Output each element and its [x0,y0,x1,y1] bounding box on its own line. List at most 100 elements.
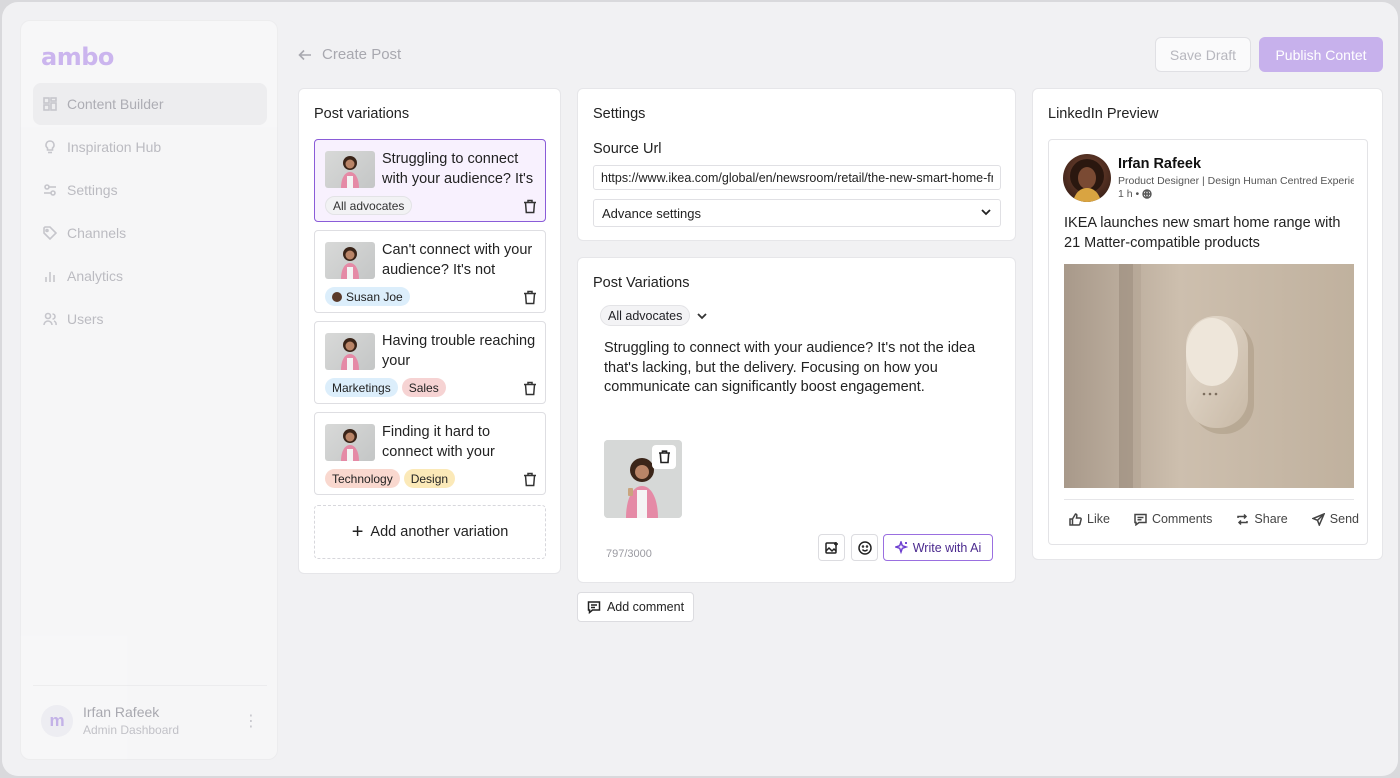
sidebar-item-content-builder[interactable]: Content Builder [33,83,267,125]
audience-selector[interactable]: All advocates [600,305,691,326]
add-variation-button[interactable]: + Add another variation [314,505,546,559]
grid-icon [43,97,57,111]
add-image-button[interactable] [818,534,845,561]
trash-icon[interactable] [523,381,537,396]
app-window: ambo Content Builder Inspiration Hub Set… [2,2,1398,776]
sidebar-item-users[interactable]: Users [33,298,267,340]
comment-icon [1134,513,1147,526]
panel-title: Post variations [314,106,410,122]
author-headline: Product Designer | Design Human Centred … [1118,175,1354,187]
user-avatar-dot [332,291,342,302]
author-name: Irfan Rafeek [1118,156,1202,172]
tag-label: Susan Joe [346,289,403,304]
comment-icon [587,601,601,614]
app-logo: ambo [41,43,114,71]
back-link[interactable]: Create Post [298,46,401,63]
post-text: IKEA launches new smart home range with … [1064,215,1341,251]
linkedin-preview-panel: LinkedIn Preview Irfan Rafeek Product De… [1032,88,1383,560]
like-button[interactable]: Like [1069,512,1110,526]
post-body-text[interactable]: Struggling to connect with your audience… [604,339,994,398]
bar-chart-icon [43,269,57,283]
sparkle-icon [894,541,908,554]
character-counter: 797/3000 [606,548,652,560]
source-url-label: Source Url [593,141,662,157]
user-role: Admin Dashboard [83,723,180,737]
repost-icon [1237,513,1249,525]
add-variation-label: Add another variation [370,524,509,540]
avatar: m [41,704,73,737]
send-button[interactable]: Send [1311,512,1359,526]
sidebar-item-label: Content Builder [67,96,164,112]
share-button[interactable]: Share [1236,512,1288,526]
chevron-down-icon[interactable] [696,310,708,325]
more-options-icon[interactable]: ⋮ [243,711,259,731]
image-add-icon [824,541,838,554]
variation-item[interactable]: Struggling to connect with your audience… [314,139,546,222]
user-name: Irfan Rafeek [83,704,160,720]
write-ai-label: Write with Ai [912,540,982,555]
like-label: Like [1087,512,1110,526]
send-icon [1311,512,1325,526]
sidebar-item-inspiration-hub[interactable]: Inspiration Hub [33,126,267,168]
post-variations-panel: Post variations Struggling to connect wi… [298,88,561,574]
audience-tag: Technology [325,469,400,488]
panel-title: Post Variations [593,275,690,291]
add-comment-button[interactable]: Add comment [577,592,694,622]
sidebar-item-label: Channels [67,225,127,241]
arrow-left-icon [298,49,311,60]
audience-tag: Marketings [325,378,398,397]
save-draft-button[interactable]: Save Draft [1155,37,1251,72]
sidebar-item-analytics[interactable]: Analytics [33,255,267,297]
variation-item[interactable]: Having trouble reaching your Marketings … [314,321,546,404]
bulb-icon [43,140,57,154]
trash-icon[interactable] [523,290,537,305]
panel-title: LinkedIn Preview [1048,106,1159,122]
variation-item[interactable]: Finding it hard to connect with your Tec… [314,412,546,495]
advanced-settings-dropdown[interactable]: Advance settings [593,199,1001,227]
chevron-down-icon [980,206,992,221]
user-profile[interactable]: m Irfan Rafeek Admin Dashboard ⋮ [33,685,267,745]
sidebar-item-settings[interactable]: Settings [33,169,267,211]
variation-thumbnail [325,151,375,188]
trash-icon[interactable] [523,199,537,214]
tag-icon [43,226,57,240]
linkedin-post-card: Irfan Rafeek Product Designer | Design H… [1048,139,1368,545]
variation-text: Finding it hard to connect with your [382,424,495,460]
sidebar-item-channels[interactable]: Channels [33,212,267,254]
audience-tag: All advocates [325,196,413,215]
globe-icon [1142,189,1152,199]
comments-button[interactable]: Comments [1134,512,1212,526]
audience-tag: Design [403,469,456,488]
post-image [1064,264,1354,488]
trash-icon[interactable] [523,472,537,487]
sidebar-nav: Content Builder Inspiration Hub Settings… [33,83,267,341]
divider [1064,499,1354,500]
delete-image-button[interactable] [652,445,676,469]
thumbs-up-icon [1069,512,1082,526]
variation-thumbnail [325,333,375,370]
share-label: Share [1254,512,1288,526]
sidebar: ambo Content Builder Inspiration Hub Set… [20,20,278,760]
panel-title: Settings [593,106,646,122]
comments-label: Comments [1151,512,1213,526]
variation-text: Struggling to connect with your audience… [382,151,534,187]
sidebar-item-label: Users [67,311,104,327]
settings-panel: Settings Source Url Advance settings [577,88,1016,241]
publish-button[interactable]: Publish Contet [1259,37,1383,72]
emoji-button[interactable] [851,534,878,561]
source-url-input[interactable] [593,165,1001,190]
sidebar-item-label: Analytics [67,268,124,284]
add-comment-label: Add comment [606,600,685,614]
post-editor-panel: Post Variations All advocates Struggling… [577,257,1016,583]
variation-text: Having trouble reaching your [382,333,536,369]
smiley-icon [857,540,872,555]
sidebar-item-label: Settings [67,182,118,198]
write-with-ai-button[interactable]: Write with Ai [883,534,993,561]
plus-icon: + [351,520,364,543]
post-timestamp: 1 h • [1118,188,1152,200]
author-avatar [1063,154,1111,202]
sliders-icon [43,183,57,197]
timestamp-text: 1 h • [1118,188,1140,200]
trash-icon [658,450,670,464]
variation-item[interactable]: Can't connect with your audience? It's n… [314,230,546,313]
